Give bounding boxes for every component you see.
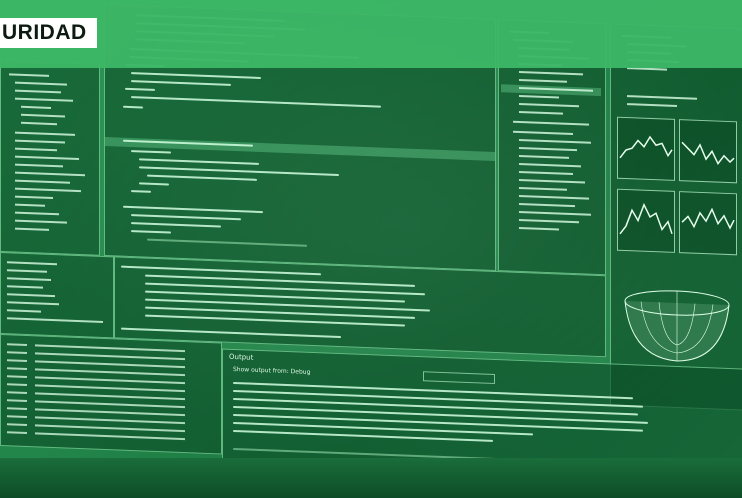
memory-grid-pane bbox=[0, 334, 222, 455]
mini-plot-4 bbox=[679, 191, 737, 256]
show-output-from-label: Show output from: Debug bbox=[233, 365, 311, 376]
mini-plot-2 bbox=[679, 119, 737, 184]
desk-edge bbox=[0, 458, 742, 498]
mesh-bowl-graphic bbox=[624, 290, 730, 362]
plot-pane bbox=[610, 23, 742, 411]
mini-plot-1 bbox=[617, 116, 675, 181]
photo-background: Output Show output from: Debug bbox=[0, 0, 742, 498]
output-source-select[interactable] bbox=[423, 371, 495, 385]
banner-title: URIDAD bbox=[0, 18, 97, 48]
header-banner bbox=[0, 0, 742, 68]
mini-plot-3 bbox=[617, 188, 675, 253]
output-title: Output bbox=[229, 352, 254, 362]
file-tree-pane bbox=[0, 60, 100, 256]
file-list-pane bbox=[0, 252, 114, 339]
ide-screen: Output Show output from: Debug bbox=[0, 0, 742, 498]
